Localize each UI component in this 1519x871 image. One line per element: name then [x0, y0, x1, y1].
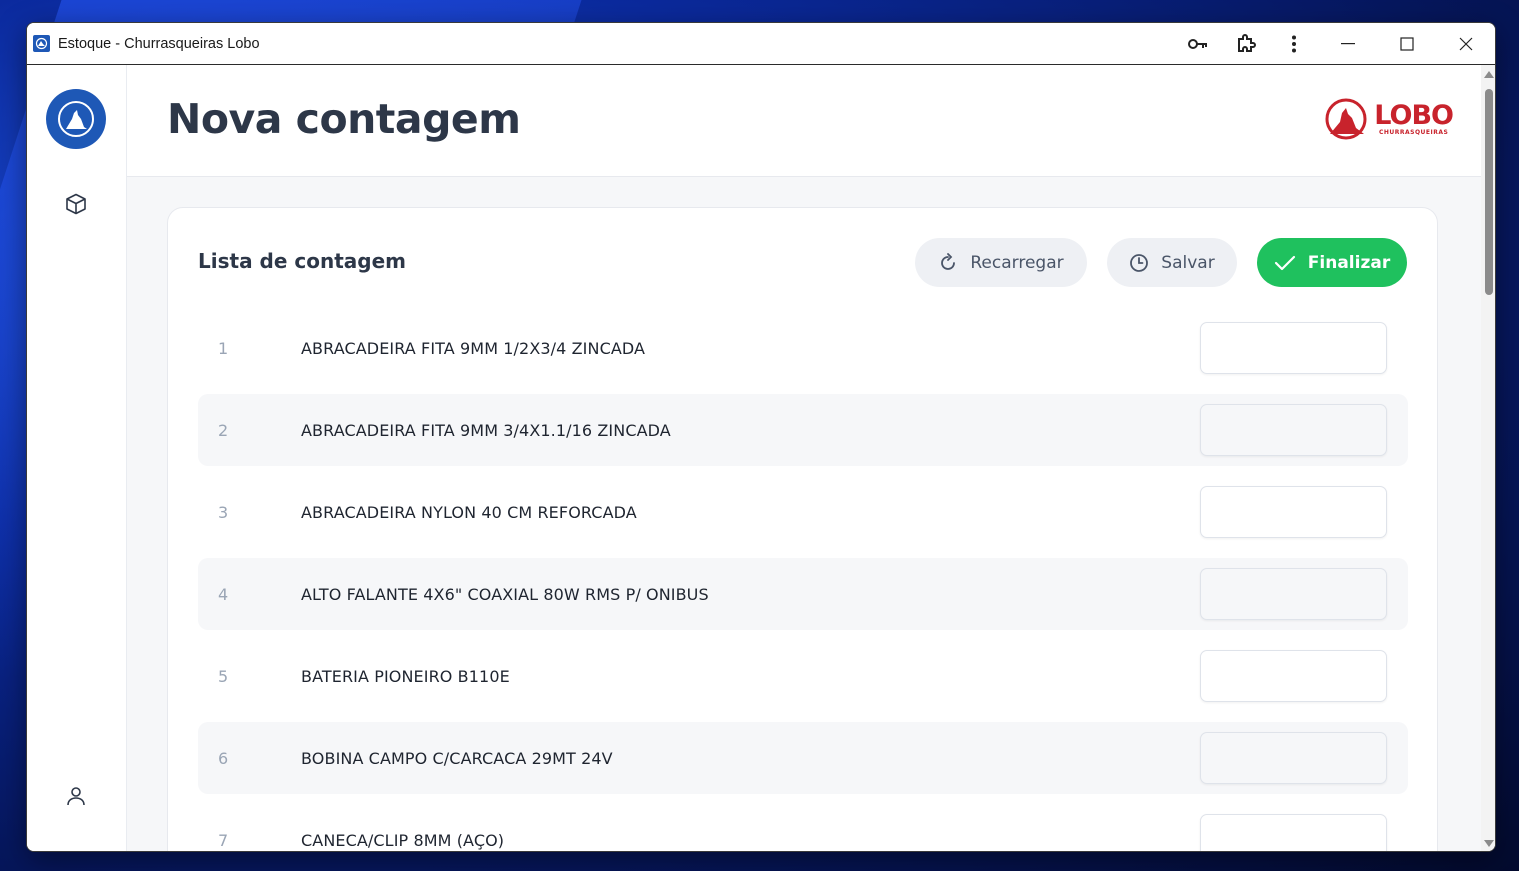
finish-button[interactable]: Finalizar [1257, 238, 1407, 287]
item-name: CANECA/CLIP 8MM (AÇO) [301, 830, 505, 850]
brand-subtitle: CHURRASQUEIRAS [1378, 129, 1449, 136]
item-number: 3 [218, 502, 229, 522]
list-item: 1 ABRACADEIRA FITA 9MM 1/2X3/4 ZINCADA [198, 312, 1408, 384]
count-list: 1 ABRACADEIRA FITA 9MM 1/2X3/4 ZINCADA 2… [198, 312, 1408, 851]
title-bar: Estoque - Churrasqueiras Lobo [27, 23, 1495, 65]
reload-label: Recarregar [970, 252, 1064, 273]
brand-name: LOBO [1374, 100, 1454, 131]
main-content: Nova contagem LOBO CHURRASQUEIRAS Lista … [127, 65, 1495, 851]
item-number: 7 [218, 830, 229, 850]
item-number: 6 [218, 748, 229, 768]
item-name: ABRACADEIRA FITA 9MM 1/2X3/4 ZINCADA [301, 338, 646, 358]
item-name: BATERIA PIONEIRO B110E [301, 666, 510, 686]
page-title: Nova contagem [167, 95, 521, 143]
finish-label: Finalizar [1307, 252, 1391, 273]
scroll-thumb[interactable] [1485, 89, 1493, 295]
list-item: 5 BATERIA PIONEIRO B110E [198, 640, 1408, 712]
window-title: Estoque - Churrasqueiras Lobo [58, 35, 260, 52]
key-icon[interactable] [1174, 23, 1222, 65]
sidebar [27, 65, 127, 851]
item-name: ALTO FALANTE 4X6" COAXIAL 80W RMS P/ ONI… [301, 584, 709, 604]
list-item: 4 ALTO FALANTE 4X6" COAXIAL 80W RMS P/ O… [198, 558, 1408, 630]
list-item: 2 ABRACADEIRA FITA 9MM 3/4X1.1/16 ZINCAD… [198, 394, 1408, 466]
user-icon[interactable] [63, 783, 89, 809]
quantity-input[interactable] [1200, 322, 1387, 374]
cube-icon[interactable] [63, 191, 89, 217]
count-list-card: Lista de contagem Recarregar Salvar Fina… [167, 207, 1438, 851]
list-item: 3 ABRACADEIRA NYLON 40 CM REFORCADA [198, 476, 1408, 548]
quantity-input[interactable] [1200, 486, 1387, 538]
close-icon[interactable] [1436, 23, 1495, 65]
maximize-icon[interactable] [1377, 23, 1436, 65]
brand-logo: LOBO CHURRASQUEIRAS [1324, 98, 1454, 140]
page-header: Nova contagem LOBO CHURRASQUEIRAS [127, 65, 1495, 177]
quantity-input[interactable] [1200, 568, 1387, 620]
app-logo[interactable] [46, 89, 106, 149]
item-number: 5 [218, 666, 229, 686]
card-title: Lista de contagem [198, 249, 406, 273]
extension-icon[interactable] [1222, 23, 1270, 65]
item-number: 1 [218, 338, 229, 358]
quantity-input[interactable] [1200, 650, 1387, 702]
scroll-down-icon[interactable] [1484, 840, 1494, 847]
wolf-logo-icon [1325, 98, 1367, 140]
check-icon [1274, 255, 1295, 270]
quantity-input[interactable] [1200, 404, 1387, 456]
minimize-icon[interactable] [1318, 23, 1377, 65]
refresh-icon [941, 252, 956, 270]
item-name: ABRACADEIRA NYLON 40 CM REFORCADA [301, 502, 637, 522]
save-label: Salvar [1161, 252, 1215, 273]
quantity-input[interactable] [1200, 814, 1387, 851]
item-number: 2 [218, 420, 229, 440]
vertical-scrollbar[interactable] [1481, 65, 1495, 851]
clock-icon [1130, 253, 1149, 272]
item-name: ABRACADEIRA FITA 9MM 3/4X1.1/16 ZINCADA [301, 420, 671, 440]
app-window: Estoque - Churrasqueiras Lobo Nova conta… [26, 22, 1496, 852]
list-item: 7 CANECA/CLIP 8MM (AÇO) [198, 804, 1408, 851]
item-name: BOBINA CAMPO C/CARCACA 29MT 24V [301, 748, 613, 768]
more-vert-icon[interactable] [1270, 23, 1318, 65]
quantity-input[interactable] [1200, 732, 1387, 784]
list-item: 6 BOBINA CAMPO C/CARCACA 29MT 24V [198, 722, 1408, 794]
app-icon [33, 35, 50, 52]
scroll-up-icon[interactable] [1484, 71, 1494, 78]
reload-button[interactable]: Recarregar [915, 238, 1087, 287]
save-button[interactable]: Salvar [1107, 238, 1237, 287]
item-number: 4 [218, 584, 229, 604]
